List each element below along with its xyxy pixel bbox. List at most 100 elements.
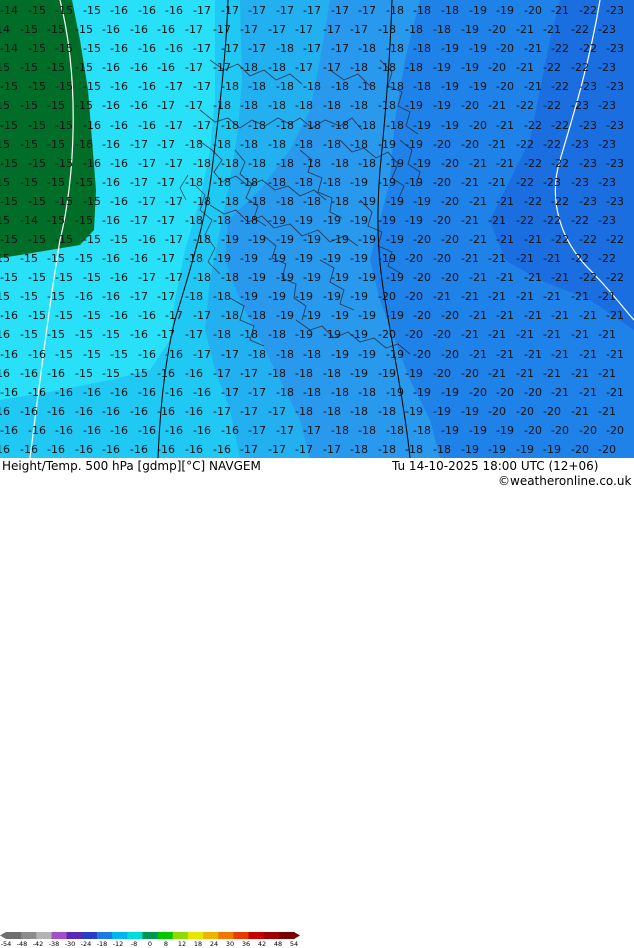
temp-label: -17 xyxy=(221,348,239,361)
temp-label: -18 xyxy=(331,119,349,132)
temp-label: -15 xyxy=(75,214,93,227)
temp-label: -17 xyxy=(248,424,266,437)
temp-label: -16 xyxy=(185,405,203,418)
temp-label: -15 xyxy=(28,119,46,132)
temp-label: -23 xyxy=(606,119,624,132)
temp-label: -18 xyxy=(303,80,321,93)
temp-label: -17 xyxy=(213,61,231,74)
temp-label: -20 xyxy=(441,348,459,361)
temp-label: -17 xyxy=(165,195,183,208)
temp-label: -16 xyxy=(0,348,18,361)
temp-label: -19 xyxy=(350,290,368,303)
colorbar-tick-label: -24 xyxy=(81,940,92,948)
temp-label: -19 xyxy=(543,443,561,456)
colorbar-swatch xyxy=(6,932,22,939)
temp-label: -17 xyxy=(221,42,239,55)
temp-label: -19 xyxy=(386,271,404,284)
temp-label: -18 xyxy=(303,157,321,170)
temp-label: -16 xyxy=(130,99,148,112)
temp-label: -16 xyxy=(110,42,128,55)
colorbar-swatch xyxy=(127,932,143,939)
temp-label: -17 xyxy=(213,405,231,418)
temp-label: -16 xyxy=(130,328,148,341)
temp-label: -17 xyxy=(165,119,183,132)
temp-label: -20 xyxy=(496,42,514,55)
temp-label: -18 xyxy=(248,348,266,361)
colorbar-swatch xyxy=(218,932,234,939)
temp-label: -16 xyxy=(165,386,183,399)
temp-label: -22 xyxy=(606,233,624,246)
temp-label: -18 xyxy=(248,157,266,170)
temp-label: -20 xyxy=(441,157,459,170)
temp-label: -19 xyxy=(386,309,404,322)
temp-label: -22 xyxy=(551,119,569,132)
temp-label: -18 xyxy=(240,138,258,151)
temp-label: -17 xyxy=(165,271,183,284)
temp-label: -19 xyxy=(405,367,423,380)
temp-label: -23 xyxy=(571,176,589,189)
temp-label: -21 xyxy=(488,290,506,303)
temp-label: -22 xyxy=(543,61,561,74)
website-credit[interactable]: ©weatheronline.co.uk xyxy=(498,474,631,488)
temp-label: -18 xyxy=(405,61,423,74)
temp-label: -19 xyxy=(405,214,423,227)
temp-label: -15 xyxy=(28,157,46,170)
temp-label: -15 xyxy=(0,119,18,132)
temp-label: -20 xyxy=(405,290,423,303)
temp-label: -19 xyxy=(323,214,341,227)
temp-label: -19 xyxy=(240,252,258,265)
temp-label: -15 xyxy=(83,271,101,284)
temp-label: -15 xyxy=(0,233,18,246)
temp-label: -14 xyxy=(0,4,18,17)
temp-label: -18 xyxy=(213,214,231,227)
temp-label: -18 xyxy=(378,61,396,74)
temp-label: -20 xyxy=(413,271,431,284)
temp-label: -15 xyxy=(0,290,10,303)
colorbar-swatch xyxy=(278,932,295,939)
temp-label: -19 xyxy=(358,309,376,322)
temp-label: -15 xyxy=(28,271,46,284)
temp-label: -17 xyxy=(323,443,341,456)
temp-label: -18 xyxy=(358,386,376,399)
temp-label: -17 xyxy=(268,443,286,456)
temp-label: -15 xyxy=(0,61,10,74)
temp-label: -16 xyxy=(83,119,101,132)
temp-label: -19 xyxy=(441,386,459,399)
temp-label: -17 xyxy=(157,176,175,189)
temp-label: -22 xyxy=(524,195,542,208)
temp-label: -20 xyxy=(496,80,514,93)
temp-label: -18 xyxy=(240,328,258,341)
temp-label: -21 xyxy=(516,23,534,36)
temp-label: -22 xyxy=(524,119,542,132)
colorbar-tick-label: -38 xyxy=(49,940,60,948)
temp-label: -18 xyxy=(350,443,368,456)
temp-label: -18 xyxy=(350,61,368,74)
temp-label: -23 xyxy=(606,195,624,208)
temp-label: -17 xyxy=(193,348,211,361)
temp-label: -16 xyxy=(0,386,18,399)
temp-label: -15 xyxy=(110,233,128,246)
temp-label: -19 xyxy=(213,252,231,265)
temp-label: -17 xyxy=(185,99,203,112)
temp-label: -21 xyxy=(516,328,534,341)
temp-label: -18 xyxy=(240,214,258,227)
temp-label: -14 xyxy=(20,214,38,227)
temp-label: -18 xyxy=(323,176,341,189)
temp-label: -16 xyxy=(110,80,128,93)
temp-label: -19 xyxy=(413,157,431,170)
temp-label: -19 xyxy=(405,176,423,189)
temp-label: -19 xyxy=(441,424,459,437)
temp-label: -17 xyxy=(303,42,321,55)
temp-label: -16 xyxy=(130,252,148,265)
temp-label: -18 xyxy=(276,119,294,132)
temp-label: -18 xyxy=(221,195,239,208)
temp-label: -16 xyxy=(130,23,148,36)
temp-label: -15 xyxy=(20,176,38,189)
colorbar-swatch xyxy=(112,932,128,939)
temp-label: -21 xyxy=(524,271,542,284)
colorbar-arrow xyxy=(294,932,300,939)
temp-label: -16 xyxy=(110,195,128,208)
colorbar-arrow xyxy=(0,932,6,939)
temp-label: -21 xyxy=(606,309,624,322)
temp-label: -21 xyxy=(543,23,561,36)
